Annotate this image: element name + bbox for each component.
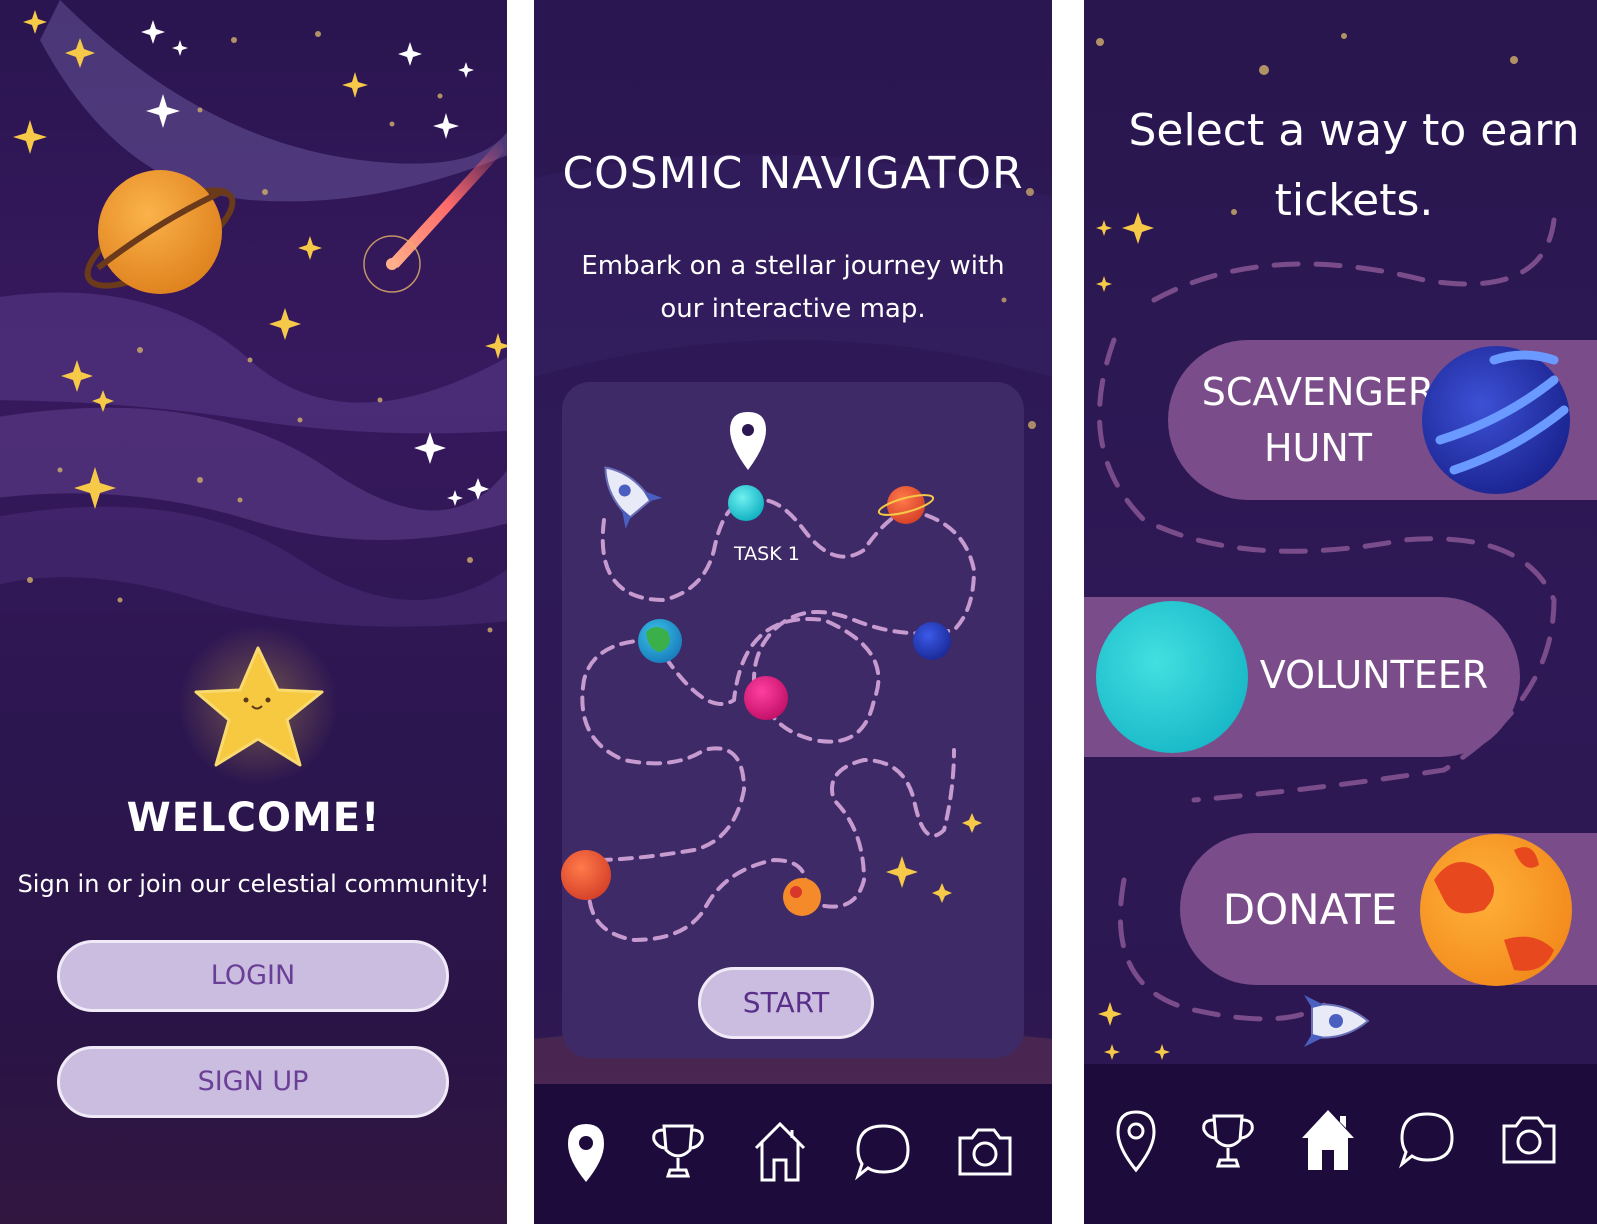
login-button[interactable]: LOGIN bbox=[57, 940, 449, 1012]
orange-planet-icon[interactable] bbox=[783, 878, 821, 916]
planet-task-1[interactable] bbox=[728, 485, 764, 521]
chat-icon[interactable] bbox=[1396, 1108, 1458, 1172]
bottom-nav-bar bbox=[1084, 1064, 1597, 1224]
signup-button[interactable]: SIGN UP bbox=[57, 1046, 449, 1118]
trophy-icon[interactable] bbox=[1198, 1106, 1258, 1176]
map-pin-icon[interactable] bbox=[556, 1116, 616, 1186]
earn-tickets-screen: Select a way to earn tickets. SCAVENGER … bbox=[1084, 0, 1597, 1224]
map-pin-icon[interactable] bbox=[1106, 1104, 1166, 1174]
welcome-title: WELCOME! bbox=[126, 795, 381, 841]
welcome-subtitle: Sign in or join our celestial community! bbox=[17, 870, 490, 898]
camera-icon[interactable] bbox=[1498, 1112, 1560, 1168]
task-1-label: TASK 1 bbox=[734, 543, 800, 565]
bottom-nav-bar bbox=[534, 1084, 1052, 1224]
camera-icon[interactable] bbox=[954, 1124, 1016, 1180]
chat-icon[interactable] bbox=[852, 1120, 914, 1184]
start-button[interactable]: START bbox=[698, 967, 874, 1039]
smiling-star-icon bbox=[178, 625, 338, 785]
red-planet-icon[interactable] bbox=[561, 850, 611, 900]
home-icon[interactable] bbox=[1298, 1102, 1358, 1174]
map-screen: COSMIC NAVIGATOR Embark on a stellar jou… bbox=[534, 0, 1052, 1224]
home-icon[interactable] bbox=[750, 1114, 810, 1186]
ringed-planet-icon[interactable] bbox=[877, 486, 935, 524]
blue-planet-icon[interactable] bbox=[913, 622, 951, 660]
magenta-planet-icon[interactable] bbox=[744, 676, 788, 720]
rocket-icon bbox=[1304, 995, 1370, 1047]
welcome-screen: WELCOME! Sign in or join our celestial c… bbox=[0, 0, 507, 1224]
trophy-icon[interactable] bbox=[648, 1116, 708, 1186]
map-planets bbox=[561, 485, 982, 916]
